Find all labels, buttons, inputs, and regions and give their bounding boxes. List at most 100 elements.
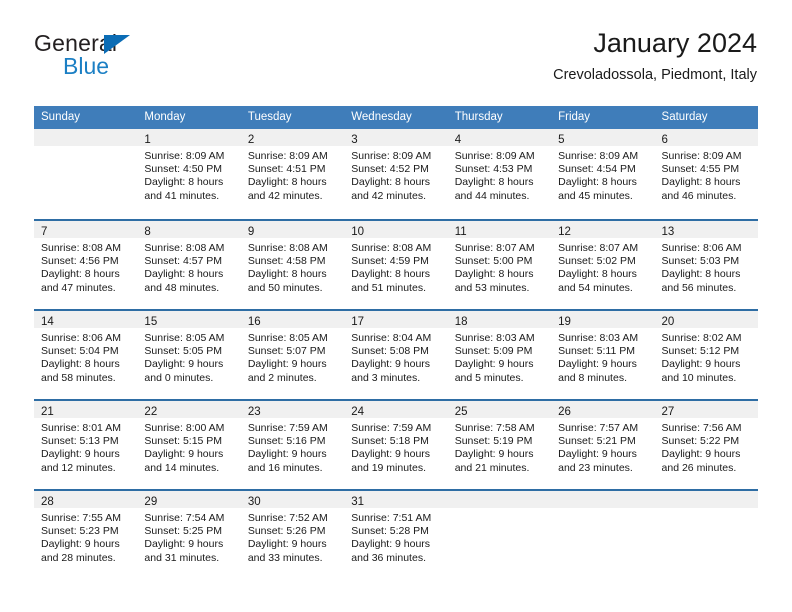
day-details: Sunrise: 7:51 AM Sunset: 5:28 PM Daylight:… <box>344 508 447 565</box>
brand-logo[interactable]: General Blue <box>34 26 214 88</box>
day-detail-line: Sunset: 5:09 PM <box>454 345 533 358</box>
day-details <box>655 508 758 512</box>
day-cell-24[interactable]: 24 Sunrise: 7:59 AM Sunset: 5:18 PM Dayligh… <box>344 401 448 489</box>
day-number-band: 20 <box>654 311 758 328</box>
day-detail-line: Sunrise: 8:05 AM <box>144 332 225 344</box>
day-details: Sunrise: 8:09 AM Sunset: 4:53 PM Daylight:… <box>448 146 551 203</box>
day-number-band: 4 <box>447 129 552 146</box>
day-detail-line: Daylight: 9 hours <box>247 358 327 371</box>
day-number-band: 6 <box>654 129 758 146</box>
day-cell-10[interactable]: 10 Sunrise: 8:08 AM Sunset: 4:59 PM Dayligh… <box>344 221 448 309</box>
day-details <box>448 508 551 512</box>
day-detail-line: Daylight: 8 hours <box>41 358 120 371</box>
day-detail-line: and 5 minutes. <box>454 371 524 384</box>
day-cell-17[interactable]: 17 Sunrise: 8:04 AM Sunset: 5:08 PM Dayligh… <box>344 311 448 399</box>
day-cell-16[interactable]: 16 Sunrise: 8:05 AM Sunset: 5:07 PM Dayligh… <box>240 311 345 399</box>
day-number-band: 22 <box>137 401 241 418</box>
day-detail-line: Daylight: 8 hours <box>454 176 534 189</box>
day-number-band: 16 <box>240 311 345 328</box>
day-cell-20[interactable]: 20 Sunrise: 8:02 AM Sunset: 5:12 PM Dayligh… <box>654 311 758 399</box>
weekday-header-friday: Friday <box>558 111 591 123</box>
day-cell-19[interactable]: 19 Sunrise: 8:03 AM Sunset: 5:11 PM Dayligh… <box>551 311 655 399</box>
day-cell-15[interactable]: 15 Sunrise: 8:05 AM Sunset: 5:05 PM Dayligh… <box>137 311 241 399</box>
day-detail-line: and 16 minutes. <box>247 461 323 474</box>
day-detail-line: Sunrise: 8:01 AM <box>41 422 121 434</box>
day-detail-line: and 8 minutes. <box>558 371 627 384</box>
day-detail-line: and 12 minutes. <box>41 461 116 474</box>
day-detail-line: Sunset: 4:51 PM <box>247 163 326 176</box>
day-detail-line: and 51 minutes. <box>351 281 426 294</box>
day-detail-line: Sunset: 4:59 PM <box>351 255 429 268</box>
day-detail-line: and 33 minutes. <box>247 551 323 564</box>
day-detail-line: and 26 minutes. <box>661 461 737 474</box>
day-detail-line: Sunset: 4:58 PM <box>247 255 326 268</box>
day-cell-9[interactable]: 9 Sunrise: 8:08 AM Sunset: 4:58 PM Daylight… <box>240 221 345 309</box>
day-cell-8[interactable]: 8 Sunrise: 8:08 AM Sunset: 4:57 PM Daylight… <box>137 221 241 309</box>
day-cell-22[interactable]: 22 Sunrise: 8:00 AM Sunset: 5:15 PM Dayligh… <box>137 401 241 489</box>
day-cell-26[interactable]: 26 Sunrise: 7:57 AM Sunset: 5:21 PM Dayligh… <box>551 401 655 489</box>
day-details: Sunrise: 7:52 AM Sunset: 5:26 PM Daylight:… <box>241 508 344 565</box>
day-cell-5[interactable]: 5 Sunrise: 8:09 AM Sunset: 4:54 PM Daylight… <box>551 129 655 219</box>
day-cell-31[interactable]: 31 Sunrise: 7:51 AM Sunset: 5:28 PM Dayligh… <box>344 491 448 579</box>
day-detail-line: Sunrise: 8:09 AM <box>144 150 225 162</box>
day-cell-7[interactable]: 7 Sunrise: 8:08 AM Sunset: 4:56 PM Daylight… <box>34 221 138 309</box>
day-detail-line: Sunset: 5:00 PM <box>454 255 533 268</box>
day-detail-line: Sunrise: 8:06 AM <box>661 242 742 254</box>
day-detail-line: and 36 minutes. <box>351 551 426 564</box>
day-cell-12[interactable]: 12 Sunrise: 8:07 AM Sunset: 5:02 PM Dayligh… <box>551 221 655 309</box>
day-details <box>34 146 137 150</box>
day-detail-line: Daylight: 8 hours <box>558 268 637 281</box>
day-details: Sunrise: 8:07 AM Sunset: 5:00 PM Daylight:… <box>448 238 551 295</box>
day-cell-13[interactable]: 13 Sunrise: 8:06 AM Sunset: 5:03 PM Dayligh… <box>654 221 758 309</box>
day-detail-line: Sunset: 5:05 PM <box>144 345 223 358</box>
day-cell-3[interactable]: 3 Sunrise: 8:09 AM Sunset: 4:52 PM Daylight… <box>344 129 448 219</box>
day-number: 4 <box>454 134 462 146</box>
day-number-band: 24 <box>344 401 448 418</box>
day-cell-1[interactable]: 1 Sunrise: 8:09 AM Sunset: 4:50 PM Daylight… <box>137 129 241 219</box>
day-cell-4[interactable]: 4 Sunrise: 8:09 AM Sunset: 4:53 PM Daylight… <box>447 129 552 219</box>
day-cell-25[interactable]: 25 Sunrise: 7:58 AM Sunset: 5:19 PM Dayligh… <box>447 401 552 489</box>
day-detail-line: Sunrise: 8:07 AM <box>558 242 639 254</box>
day-number-band: 5 <box>551 129 655 146</box>
day-cell-2[interactable]: 2 Sunrise: 8:09 AM Sunset: 4:51 PM Daylight… <box>240 129 345 219</box>
page-title: January 2024 <box>593 28 757 58</box>
day-detail-line: Daylight: 9 hours <box>41 538 120 551</box>
day-detail-line: and 28 minutes. <box>41 551 116 564</box>
day-number: 13 <box>661 226 675 238</box>
day-number-band: 3 <box>344 129 448 146</box>
day-detail-line: and 53 minutes. <box>454 281 530 294</box>
day-number-band: 27 <box>654 401 758 418</box>
day-detail-line: Sunrise: 7:52 AM <box>247 512 328 524</box>
day-detail-line: Sunrise: 8:09 AM <box>351 150 432 162</box>
day-number: 15 <box>144 316 158 328</box>
day-cell-18[interactable]: 18 Sunrise: 8:03 AM Sunset: 5:09 PM Dayligh… <box>447 311 552 399</box>
day-cell-23[interactable]: 23 Sunrise: 7:59 AM Sunset: 5:16 PM Dayligh… <box>240 401 345 489</box>
day-number-band: 7 <box>34 221 138 238</box>
day-detail-line: Daylight: 9 hours <box>351 448 431 461</box>
day-details: Sunrise: 8:09 AM Sunset: 4:54 PM Daylight:… <box>551 146 654 203</box>
weekday-header-wednesday: Wednesday <box>351 111 412 123</box>
day-detail-line: Sunset: 5:23 PM <box>41 525 119 538</box>
triangle-icon <box>104 35 130 54</box>
day-detail-line: Sunrise: 8:08 AM <box>144 242 225 254</box>
day-details: Sunrise: 7:59 AM Sunset: 5:16 PM Daylight:… <box>241 418 344 475</box>
day-detail-line: Sunset: 5:16 PM <box>247 435 326 448</box>
day-detail-line: and 54 minutes. <box>558 281 633 294</box>
day-cell-11[interactable]: 11 Sunrise: 8:07 AM Sunset: 5:00 PM Dayligh… <box>447 221 552 309</box>
day-cell-28[interactable]: 28 Sunrise: 7:55 AM Sunset: 5:23 PM Dayligh… <box>34 491 138 579</box>
day-cell-14[interactable]: 14 Sunrise: 8:06 AM Sunset: 5:04 PM Dayligh… <box>34 311 138 399</box>
day-number: 23 <box>247 406 261 418</box>
day-details: Sunrise: 8:01 AM Sunset: 5:13 PM Daylight:… <box>34 418 137 475</box>
day-number-band: 18 <box>447 311 552 328</box>
day-detail-line: Sunrise: 7:57 AM <box>558 422 639 434</box>
day-number: 22 <box>144 406 158 418</box>
day-number-band: 9 <box>240 221 345 238</box>
day-cell-6[interactable]: 6 Sunrise: 8:09 AM Sunset: 4:55 PM Daylight… <box>654 129 758 219</box>
day-cell-27[interactable]: 27 Sunrise: 7:56 AM Sunset: 5:22 PM Dayligh… <box>654 401 758 489</box>
day-number: 3 <box>351 134 358 146</box>
day-number: 14 <box>41 316 54 328</box>
day-cell-30[interactable]: 30 Sunrise: 7:52 AM Sunset: 5:26 PM Dayligh… <box>240 491 345 579</box>
day-cell-21[interactable]: 21 Sunrise: 8:01 AM Sunset: 5:13 PM Dayligh… <box>34 401 138 489</box>
day-cell-29[interactable]: 29 Sunrise: 7:54 AM Sunset: 5:25 PM Dayligh… <box>137 491 241 579</box>
day-details: Sunrise: 7:57 AM Sunset: 5:21 PM Daylight:… <box>551 418 654 475</box>
